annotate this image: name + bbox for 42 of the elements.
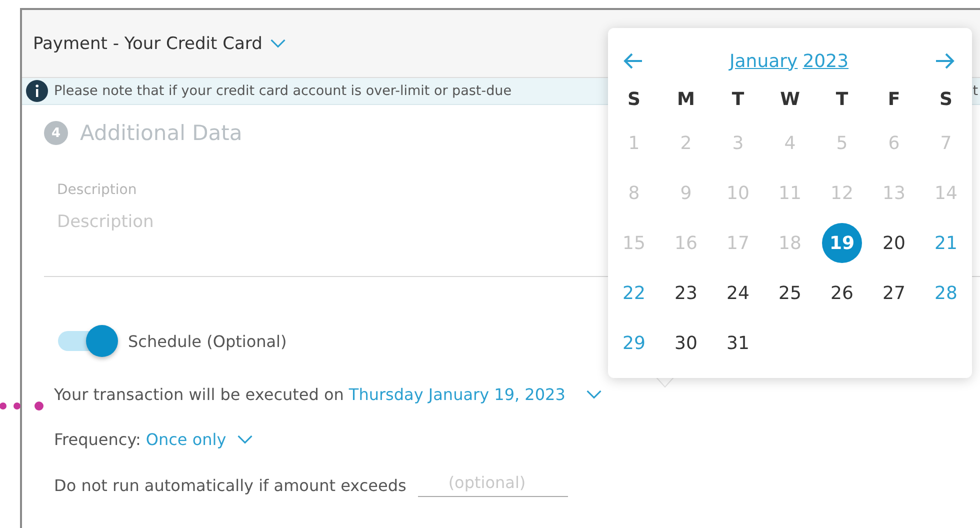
calendar-day[interactable]: 21 xyxy=(926,223,966,263)
calendar-day[interactable]: 23 xyxy=(666,273,706,313)
notice-text: t xyxy=(972,83,978,99)
weekday-label: F xyxy=(888,88,900,112)
calendar-day[interactable]: 29 xyxy=(614,323,654,363)
calendar-day[interactable]: 31 xyxy=(718,323,758,363)
calendar-day[interactable]: 30 xyxy=(666,323,706,363)
calendar-day[interactable]: 20 xyxy=(874,223,914,263)
limit-label: Do not run automatically if amount exceeds xyxy=(54,476,406,494)
weekday-label: W xyxy=(780,88,800,112)
chevron-down-icon[interactable] xyxy=(270,38,286,48)
field-label: Description xyxy=(57,182,137,198)
caret-icon[interactable] xyxy=(586,390,602,400)
year-link[interactable]: 2023 xyxy=(802,50,849,72)
caret-icon[interactable] xyxy=(237,434,254,444)
weekday-label: S xyxy=(628,88,640,112)
calendar-day[interactable]: 26 xyxy=(822,273,862,313)
calendar-day[interactable]: 28 xyxy=(926,273,966,313)
toggle-label: Schedule (Optional) xyxy=(128,332,287,350)
month-link[interactable]: January xyxy=(729,50,798,72)
weekday-label: T xyxy=(836,88,848,112)
execution-text: Your transaction will be executed on xyxy=(54,385,344,404)
weekday-label: S xyxy=(940,88,952,112)
page-title: Payment - Your Credit Card xyxy=(33,34,262,54)
frequency-label: Frequency: xyxy=(54,430,141,449)
calendar-day[interactable]: 27 xyxy=(874,273,914,313)
weekday-label: M xyxy=(677,88,695,112)
step-number: 4 xyxy=(44,121,68,145)
weekday-label: T xyxy=(732,88,744,112)
section-title: Additional Data xyxy=(80,121,242,145)
calendar-day[interactable]: 24 xyxy=(718,273,758,313)
description-field[interactable]: Description xyxy=(57,212,357,232)
arrow-right-icon[interactable] xyxy=(934,52,956,70)
frequency-link[interactable]: Once only xyxy=(146,430,226,449)
arrow-left-icon[interactable] xyxy=(622,52,644,70)
calendar-day[interactable]: 25 xyxy=(770,273,810,313)
notice-text: Please note that if your credit card account is over-limit or past-due xyxy=(54,83,512,99)
info-icon xyxy=(26,80,48,102)
date-link[interactable]: Thursday January 19, 2023 xyxy=(348,385,566,404)
calendar-day[interactable]: 22 xyxy=(614,273,654,313)
dotted-marker-icon xyxy=(0,401,44,411)
calendar-day[interactable]: 19 xyxy=(822,223,862,263)
